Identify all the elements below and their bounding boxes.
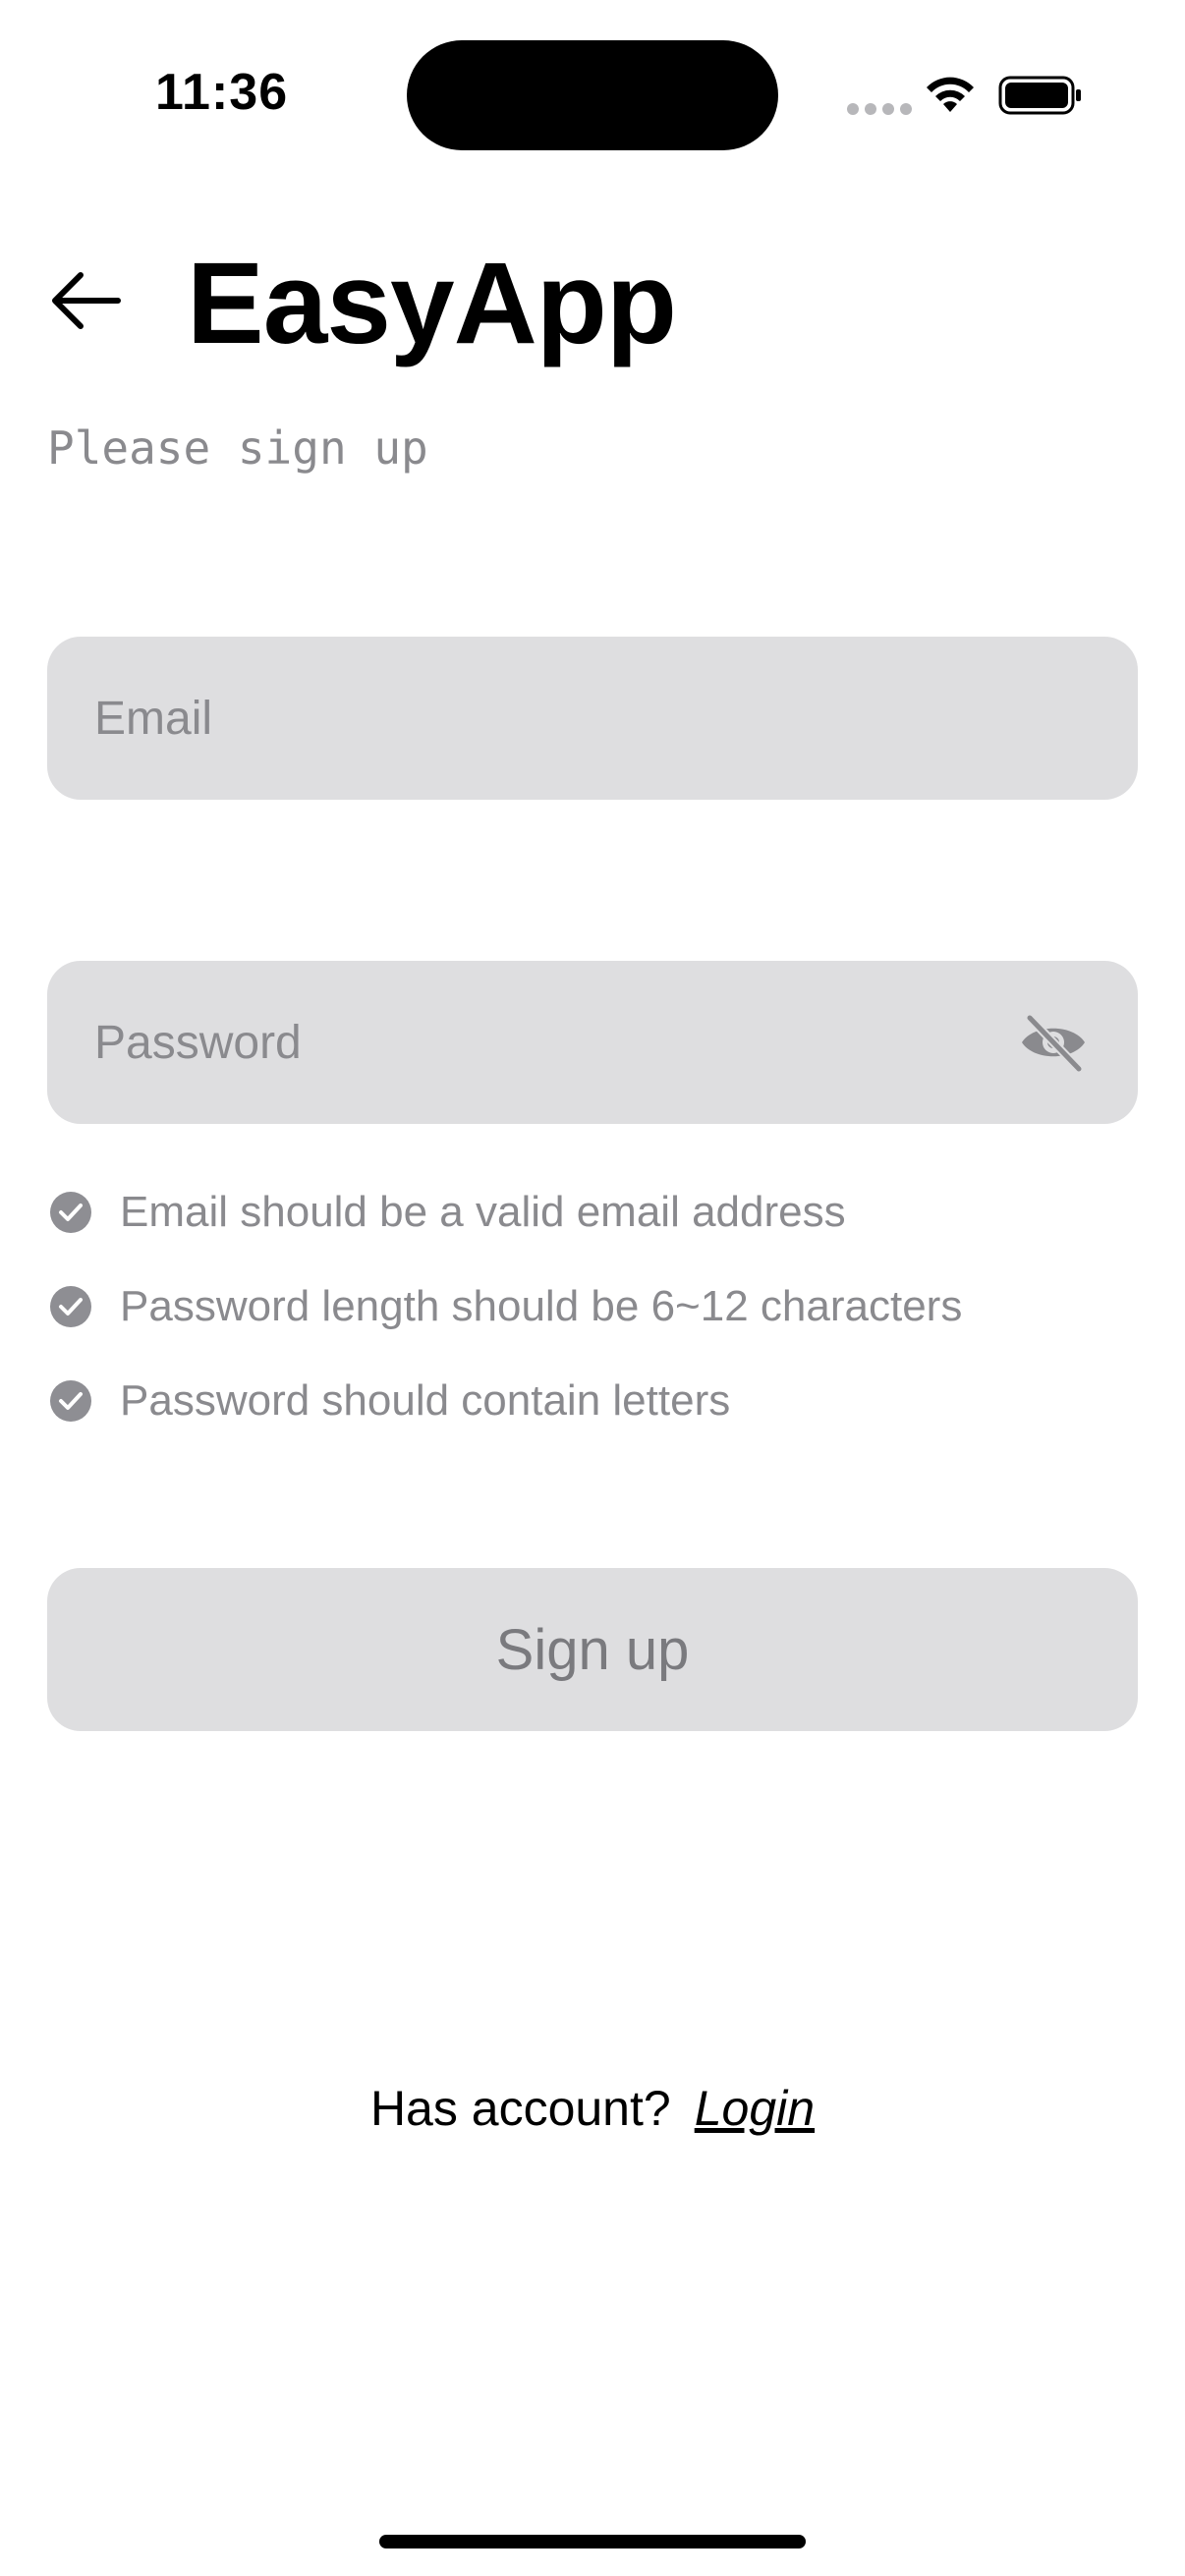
login-link[interactable]: Login	[695, 2081, 815, 2136]
sign-up-button[interactable]: Sign up	[47, 1568, 1138, 1731]
cellular-signal-icon	[847, 102, 918, 116]
home-indicator[interactable]	[379, 2535, 806, 2548]
wifi-icon	[927, 77, 974, 112]
email-field[interactable]	[47, 637, 1138, 800]
rule-item: Password length should be 6~12 character…	[49, 1260, 962, 1354]
dynamic-island	[407, 40, 778, 150]
battery-icon	[998, 76, 1081, 115]
status-time: 11:36	[155, 64, 289, 121]
password-input[interactable]	[94, 961, 979, 1124]
check-circle-icon	[50, 1380, 91, 1422]
check-circle-icon	[50, 1192, 91, 1233]
password-field[interactable]	[47, 961, 1138, 1124]
rule-text: Email should be a valid email address	[120, 1188, 846, 1236]
eye-slash-icon[interactable]	[1018, 1008, 1089, 1077]
email-input[interactable]	[94, 637, 979, 800]
validation-rules: Email should be a valid email address Pa…	[49, 1165, 962, 1448]
rule-text: Password length should be 6~12 character…	[120, 1282, 963, 1330]
page-subtitle: Please sign up	[47, 421, 428, 475]
login-prompt-text: Has account?	[369, 2081, 671, 2136]
page-title: EasyApp	[187, 239, 677, 368]
back-arrow-icon[interactable]	[51, 271, 122, 330]
rule-text: Password should contain letters	[120, 1376, 731, 1425]
login-prompt: Has account? Login	[0, 2077, 1185, 2140]
rule-item: Email should be a valid email address	[49, 1165, 962, 1260]
check-circle-icon	[50, 1286, 91, 1327]
rule-item: Password should contain letters	[49, 1354, 962, 1448]
